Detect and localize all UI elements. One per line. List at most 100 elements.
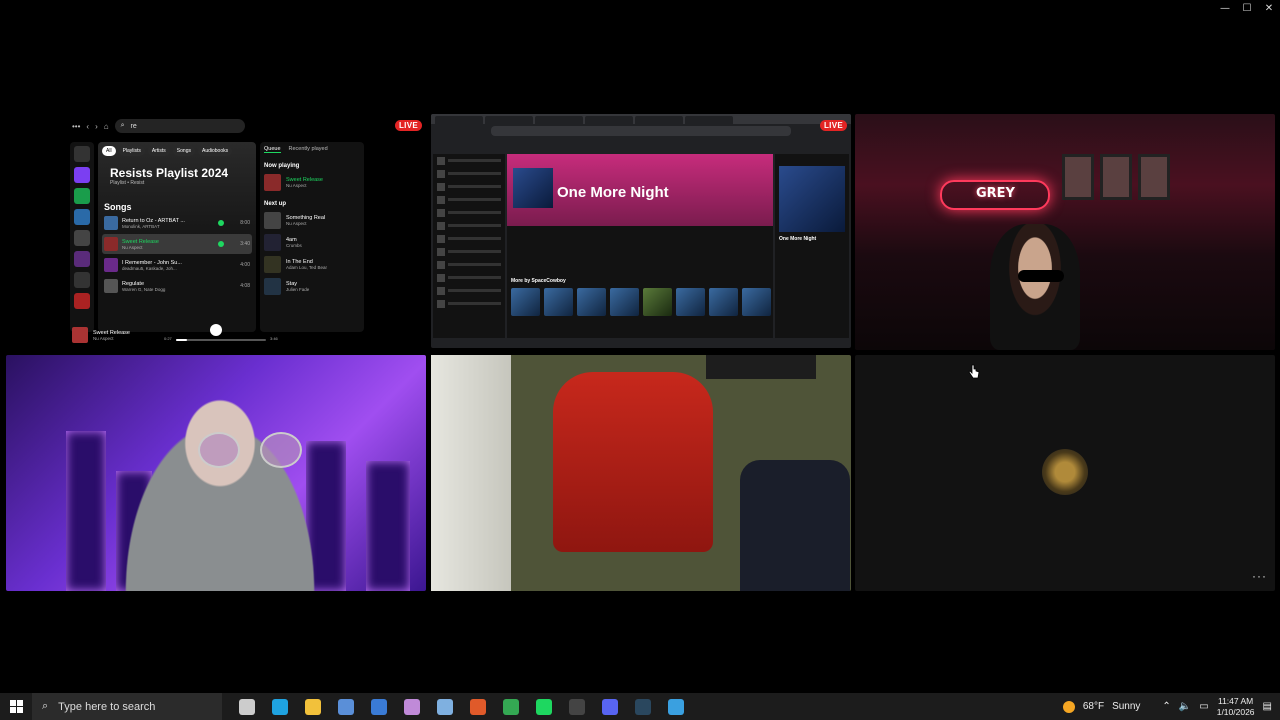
spotify-topbar: ••• ‹ › ⌂ ⌕ re — [66, 114, 428, 138]
discord-icon — [601, 698, 618, 715]
wall-frame — [1062, 154, 1094, 200]
chip-all[interactable]: All — [102, 146, 116, 156]
playlist-cover[interactable] — [74, 251, 90, 267]
start-button[interactable] — [0, 693, 32, 720]
tab-recently-played[interactable]: Recently played — [289, 146, 328, 153]
queue-item[interactable]: Something Real Nu Aspect — [264, 212, 360, 229]
songs-heading: Songs — [104, 202, 132, 212]
forward-icon[interactable]: › — [95, 122, 98, 131]
tab-queue[interactable]: Queue — [264, 146, 281, 153]
player-art — [72, 327, 88, 343]
track-art — [264, 212, 281, 229]
song-row[interactable]: I Remember - John Su... deadmau5, Kaskade… — [102, 255, 252, 275]
windows-logo-icon — [9, 700, 23, 713]
taskbar-app[interactable] — [593, 693, 626, 720]
taskbar-app[interactable] — [230, 693, 263, 720]
taskbar-app[interactable] — [296, 693, 329, 720]
clock[interactable]: 11:47 AM 1/10/2026 — [1217, 696, 1255, 718]
taskbar-app[interactable] — [626, 693, 659, 720]
weather-desc[interactable]: Sunny — [1112, 701, 1140, 712]
wall-frame — [1138, 154, 1170, 200]
saved-check-icon[interactable] — [218, 241, 224, 247]
track-page: One More Night More by SpaceCowboy — [507, 154, 773, 338]
taskbar-search[interactable]: ⌕ Type here to search — [32, 693, 222, 720]
track-artist: Julien Fade — [286, 287, 310, 292]
minimize-button[interactable]: — — [1214, 0, 1236, 16]
queue-tabs: Queue Recently played — [264, 146, 360, 153]
bookmarks-bar — [431, 138, 851, 144]
taskbar-app[interactable] — [329, 693, 362, 720]
screenshare-tile-browser[interactable]: One More Night More by SpaceCowboy One M… — [431, 114, 851, 348]
more-options-icon[interactable]: ··· — [1252, 569, 1267, 583]
song-row-selected[interactable]: Sweet Release Nu Aspect 3:40 — [102, 234, 252, 254]
song-art — [104, 279, 118, 293]
song-row[interactable]: Return to Oz - ARTBAT ... Monolink, ARTBA… — [102, 213, 252, 233]
taskbar-app[interactable] — [362, 693, 395, 720]
next-up-heading: Next up — [264, 201, 287, 207]
queue-item-now-playing[interactable]: Sweet Release Nu Aspect — [264, 174, 360, 191]
network-icon[interactable]: ▭ — [1199, 701, 1208, 712]
door — [431, 355, 511, 591]
queue-item[interactable]: Stay Julien Fade — [264, 278, 360, 295]
track-art — [264, 234, 281, 251]
liked-songs-icon[interactable] — [74, 167, 90, 183]
weather-sun-icon[interactable] — [1062, 700, 1075, 713]
now-playing-heading: Now playing — [264, 163, 300, 169]
file-explorer-icon — [304, 698, 321, 715]
red-jacket — [553, 372, 713, 552]
queue-panel: Queue Recently played Now playing Sweet … — [260, 142, 364, 332]
sunglasses — [1018, 270, 1064, 282]
home-icon[interactable]: ⌂ — [104, 122, 109, 131]
saved-check-icon[interactable] — [218, 220, 224, 226]
spotify-search-input[interactable]: ⌕ re — [114, 119, 245, 133]
close-button[interactable]: ✕ — [1258, 0, 1280, 16]
taskbar-app[interactable] — [263, 693, 296, 720]
screenshare-tile-spotify[interactable]: ••• ‹ › ⌂ ⌕ re All Playlists Artists Son… — [66, 114, 428, 348]
player-track-name[interactable]: Sweet Release — [93, 330, 130, 336]
playlist-cover[interactable] — [74, 209, 90, 225]
volume-icon[interactable]: 🔈 — [1179, 701, 1191, 712]
app-icon — [403, 698, 420, 715]
taskbar-app[interactable] — [428, 693, 461, 720]
date: 1/10/2026 — [1216, 706, 1255, 717]
gaming-chair — [740, 460, 850, 591]
pause-button[interactable] — [210, 324, 222, 336]
player-artist[interactable]: Nu Aspect — [93, 336, 130, 341]
notifications-icon[interactable]: ▤ — [1263, 701, 1272, 712]
chevron-up-icon[interactable]: ⌃ — [1162, 701, 1170, 712]
queue-item[interactable]: In The End Adam Lou, Ted Bear — [264, 256, 360, 273]
chip-audiobooks[interactable]: Audiobooks — [197, 146, 233, 156]
song-art — [104, 258, 118, 272]
participant-avatar[interactable] — [1042, 449, 1088, 495]
taskbar-app[interactable] — [461, 693, 494, 720]
weather-temp[interactable]: 68°F — [1083, 701, 1104, 712]
back-icon[interactable]: ‹ — [86, 122, 89, 131]
now-playing-view: One More Night — [775, 154, 849, 338]
folder-icon[interactable] — [74, 272, 90, 288]
song-artist: Warren G, Nate Dogg — [122, 286, 166, 292]
chip-songs[interactable]: Songs — [172, 146, 195, 156]
song-row[interactable]: Regulate Warren G, Nate Dogg 4:08 — [102, 276, 252, 296]
chip-artists[interactable]: Artists — [147, 146, 170, 156]
search-value: re — [130, 122, 137, 130]
taskbar-app[interactable] — [494, 693, 527, 720]
taskbar-app[interactable] — [395, 693, 428, 720]
playlist-title[interactable]: Resists Playlist 2024 — [110, 166, 252, 180]
calculator-icon — [370, 698, 387, 715]
taskbar-app[interactable] — [659, 693, 692, 720]
window-controls: — ☐ ✕ — [1214, 0, 1280, 16]
progress-bar[interactable] — [176, 339, 266, 341]
track-cover — [513, 168, 553, 208]
menu-dots-icon[interactable]: ••• — [72, 122, 80, 131]
playlist-cover[interactable] — [74, 293, 90, 309]
library-icon[interactable] — [74, 146, 90, 162]
taskbar-app[interactable] — [527, 693, 560, 720]
chip-playlists[interactable]: Playlists — [118, 146, 145, 156]
saved-icon[interactable] — [74, 188, 90, 204]
playlist-cover[interactable] — [74, 230, 90, 246]
elapsed-time: 0:27 — [164, 336, 172, 341]
task-view-icon — [238, 698, 255, 715]
queue-item[interactable]: 4am Crumbs — [264, 234, 360, 251]
taskbar-app[interactable] — [560, 693, 593, 720]
maximize-button[interactable]: ☐ — [1236, 0, 1258, 16]
